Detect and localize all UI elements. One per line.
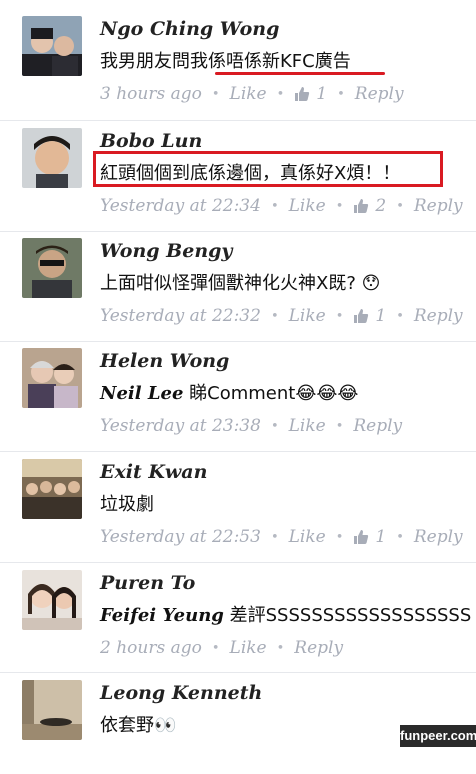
separator-dot: • — [211, 86, 220, 102]
avatar[interactable] — [22, 570, 82, 630]
separator-dot: • — [337, 86, 345, 102]
emoji-laughing-icon: 😂😂😂 — [295, 383, 359, 404]
commenter-name[interactable]: Exit Kwan — [100, 461, 207, 483]
comment-item: Exit Kwan 垃圾劇 Yesterday at 22:53 • Like … — [0, 443, 476, 553]
comment-time[interactable]: Yesterday at 23:38 — [100, 416, 261, 436]
comment-text-body: 上面咁似怪彈個獸神化火神X既? — [100, 273, 356, 294]
comment-text: 依套野👀 — [100, 711, 176, 737]
comment-time[interactable]: Yesterday at 22:34 — [100, 196, 261, 216]
separator-dot: • — [270, 308, 279, 324]
commenter-name[interactable]: Helen Wong — [100, 350, 229, 372]
comment-text: Neil Lee 睇Comment😂😂😂 — [100, 379, 358, 405]
commenter-name[interactable]: Leong Kenneth — [100, 682, 262, 704]
separator-dot: • — [276, 86, 285, 102]
like-link[interactable]: Like — [289, 527, 326, 547]
reply-link[interactable]: Reply — [414, 196, 463, 216]
comment-text-body: 依套野 — [100, 715, 154, 736]
separator-dot: • — [335, 529, 344, 545]
thumbs-up-icon — [354, 309, 369, 323]
comment-feed: Ngo Ching Wong 我男朋友問我係唔係新KFC廣告 3 hours a… — [0, 0, 476, 747]
comment-meta: Yesterday at 23:38 • Like • Reply — [100, 416, 402, 436]
comment-text: 上面咁似怪彈個獸神化火神X既? 😯 — [100, 269, 380, 295]
comment-meta: Yesterday at 22:53 • Like • 1 • Reply — [100, 527, 463, 547]
comment-meta: 3 hours ago • Like • 1 • Reply — [100, 84, 404, 104]
comment-text-body: 睇Comment — [183, 383, 296, 404]
thumbs-up-icon — [354, 530, 369, 544]
avatar[interactable] — [22, 348, 82, 408]
highlight-underline — [215, 72, 385, 75]
like-link[interactable]: Like — [230, 84, 267, 104]
separator-dot: • — [396, 529, 404, 545]
comment-text: 垃圾劇 — [100, 494, 154, 515]
separator-dot: • — [335, 308, 344, 324]
comment-meta: 2 hours ago • Like • Reply — [100, 638, 343, 658]
like-count[interactable]: 1 — [375, 527, 386, 547]
mention-link[interactable]: Feifei Yeung — [100, 605, 224, 626]
separator-dot: • — [396, 198, 404, 214]
commenter-name[interactable]: Bobo Lun — [100, 130, 202, 152]
reply-link[interactable]: Reply — [355, 84, 404, 104]
avatar[interactable] — [22, 680, 82, 740]
comment-time[interactable]: 2 hours ago — [100, 638, 202, 658]
comment-item: Ngo Ching Wong 我男朋友問我係唔係新KFC廣告 3 hours a… — [0, 0, 476, 110]
thumbs-up-icon — [354, 199, 369, 213]
comment-text-body: 差評SSSSSSSSSSSSSSSSSS — [223, 605, 472, 626]
reply-link[interactable]: Reply — [353, 416, 402, 436]
like-link[interactable]: Like — [289, 306, 326, 326]
separator-dot: • — [335, 418, 344, 434]
like-link[interactable]: Like — [289, 416, 326, 436]
thumbs-up-icon — [295, 87, 310, 101]
commenter-name[interactable]: Ngo Ching Wong — [100, 18, 279, 40]
separator-dot: • — [276, 640, 285, 656]
separator-dot: • — [335, 198, 344, 214]
comment-meta: Yesterday at 22:34 • Like • 2 • Reply — [100, 196, 463, 216]
like-link[interactable]: Like — [230, 638, 267, 658]
avatar[interactable] — [22, 128, 82, 188]
separator-dot: • — [396, 308, 404, 324]
like-count[interactable]: 1 — [316, 84, 327, 104]
comment-item: Wong Bengy 上面咁似怪彈個獸神化火神X既? 😯 Yesterday a… — [0, 222, 476, 332]
comment-time[interactable]: Yesterday at 22:53 — [100, 527, 261, 547]
comment-meta: Yesterday at 22:32 • Like • 1 • Reply — [100, 306, 463, 326]
comment-text: 我男朋友問我係唔係新KFC廣告 — [100, 51, 351, 72]
like-link[interactable]: Like — [289, 196, 326, 216]
comment-item: Helen Wong Neil Lee 睇Comment😂😂😂 Yesterda… — [0, 332, 476, 442]
comment-text: Feifei Yeung 差評SSSSSSSSSSSSSSSSSS — [100, 601, 471, 627]
reply-link[interactable]: Reply — [294, 638, 343, 658]
comment-item: Leong Kenneth 依套野👀 — [0, 664, 476, 774]
separator-dot: • — [270, 198, 279, 214]
watermark: funpeer.com — [400, 725, 476, 747]
comment-time[interactable]: Yesterday at 22:32 — [100, 306, 261, 326]
avatar[interactable] — [22, 238, 82, 298]
commenter-name[interactable]: Wong Bengy — [100, 240, 232, 262]
reply-link[interactable]: Reply — [414, 306, 463, 326]
commenter-name[interactable]: Puren To — [100, 572, 195, 594]
separator-dot: • — [270, 418, 279, 434]
like-count[interactable]: 2 — [375, 196, 386, 216]
avatar[interactable] — [22, 459, 82, 519]
separator-dot: • — [211, 640, 220, 656]
avatar[interactable] — [22, 16, 82, 76]
highlight-box — [93, 151, 443, 187]
like-count[interactable]: 1 — [375, 306, 386, 326]
comment-item: Puren To Feifei Yeung 差評SSSSSSSSSSSSSSSS… — [0, 554, 476, 664]
emoji-eyes-icon: 👀 — [154, 715, 177, 736]
comment-time[interactable]: 3 hours ago — [100, 84, 202, 104]
reply-link[interactable]: Reply — [414, 527, 463, 547]
mention-link[interactable]: Neil Lee — [100, 383, 183, 404]
separator-dot: • — [270, 529, 279, 545]
emoji-surprised-icon: 😯 — [361, 273, 381, 294]
